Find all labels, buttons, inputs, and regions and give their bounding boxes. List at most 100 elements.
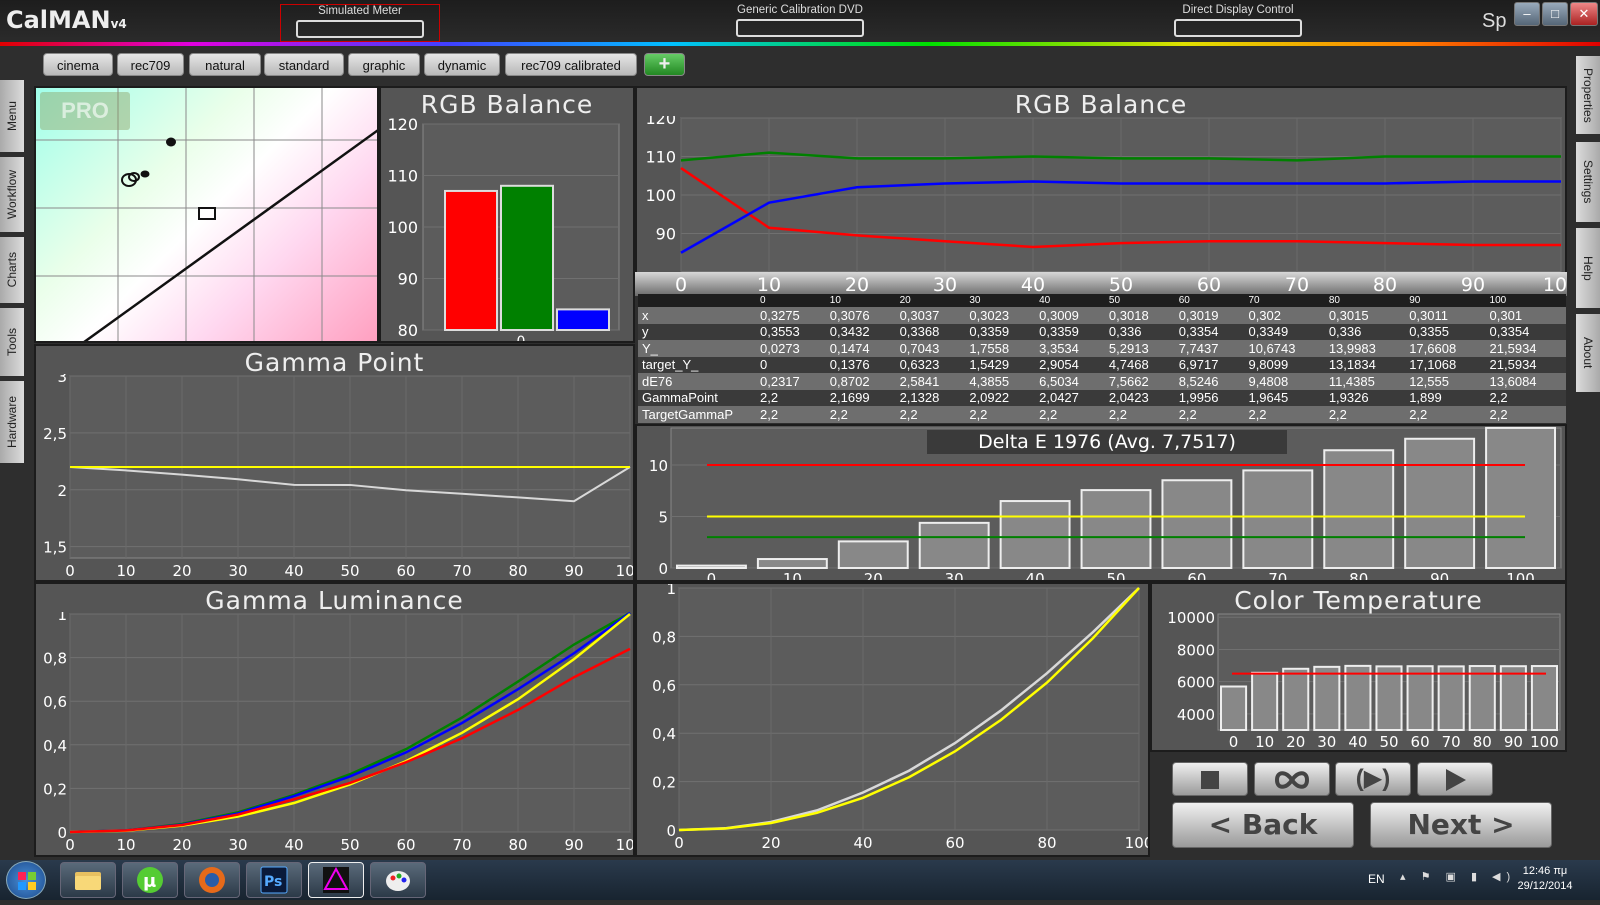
delta-e-title: Delta E 1976 (Avg. 7,7517) <box>927 430 1287 454</box>
file-explorer-icon[interactable] <box>60 862 116 898</box>
x-tick-label: 0 <box>517 334 526 341</box>
rgb-balance-bar-title: RGB Balance <box>420 90 594 119</box>
bar-blue <box>556 308 610 331</box>
source-display-control[interactable]: Direct Display Control <box>1158 4 1318 37</box>
y-tick-label: 90 <box>656 225 676 244</box>
table-cell: 2,2 <box>1485 389 1566 406</box>
rgb-balance-line-panel: RGB Balance 90 100 110 120 <box>635 86 1567 274</box>
tab-hardware[interactable]: Hardware <box>0 381 24 463</box>
color-temperature-title: Color Temperature <box>1234 586 1483 615</box>
y-tick-label: 120 <box>645 116 676 128</box>
stop-button[interactable] <box>1172 762 1248 796</box>
add-preset-button[interactable]: + <box>644 53 685 76</box>
utorrent-icon[interactable]: μ <box>122 862 178 898</box>
table-cell: 90 <box>1405 294 1486 307</box>
row-label: GammaPoint <box>638 389 756 406</box>
x-tick-label: 80 <box>1037 834 1056 852</box>
x-tick-label: 40 <box>284 836 303 854</box>
preset-standard[interactable]: standard <box>264 53 344 76</box>
source-calibration-dvd[interactable]: Generic Calibration DVD <box>720 4 880 37</box>
svg-text:Ps: Ps <box>264 874 282 890</box>
cie-chart[interactable]: PRO <box>34 86 379 343</box>
x-tick-label: 40 <box>1021 274 1045 296</box>
table-cell: 9,4808 <box>1244 373 1325 390</box>
svg-text:μ: μ <box>143 871 156 892</box>
row-label: y <box>638 323 756 340</box>
target-white-point <box>198 207 216 220</box>
calman-logo: CalMANv4 <box>6 6 127 34</box>
tray-icons[interactable]: ▴ ⚑ ▣ ▮ ◀) <box>1400 870 1516 883</box>
x-tick-label: 30 <box>945 570 964 580</box>
y-tick-label: 120 <box>387 116 418 134</box>
preset-graphic[interactable]: graphic <box>348 53 420 76</box>
delta-e-bar <box>676 564 747 569</box>
table-cell: 0,8702 <box>825 373 896 390</box>
preset-rec709-calibrated[interactable]: rec709 calibrated <box>505 53 637 76</box>
preset-natural[interactable]: natural <box>189 53 261 76</box>
table-cell: 5,2913 <box>1104 340 1175 357</box>
x-tick-label: 0 <box>707 570 717 580</box>
preset-cinema[interactable]: cinema <box>43 53 113 76</box>
back-button[interactable]: < Back <box>1172 802 1354 848</box>
color-temp-bar <box>1344 664 1372 731</box>
loop-button[interactable] <box>1254 762 1330 796</box>
y-tick-label: 0 <box>658 560 668 578</box>
color-temp-bar <box>1282 667 1310 731</box>
maximize-button[interactable]: □ <box>1542 2 1568 26</box>
x-tick-label: 50 <box>1379 733 1398 750</box>
table-row: dE76 0,2317 0,8702 2,5841 4,3855 6,5034 7,5662… <box>638 373 1566 390</box>
gamma-point-title: Gamma Point <box>244 348 425 377</box>
paint-icon[interactable] <box>370 862 426 898</box>
tab-workflow[interactable]: Workflow <box>0 157 24 232</box>
x-tick-label: 60 <box>1187 570 1206 580</box>
tab-menu[interactable]: Menu <box>0 80 24 152</box>
rainbow-divider <box>0 42 1600 46</box>
tab-settings[interactable]: Settings <box>1576 142 1600 222</box>
tab-charts[interactable]: Charts <box>0 237 24 303</box>
table-cell: 7,5662 <box>1104 373 1175 390</box>
delta-e-bar <box>999 500 1071 569</box>
preset-dynamic[interactable]: dynamic <box>424 53 500 76</box>
table-cell: 1,9326 <box>1324 389 1406 406</box>
language-indicator[interactable]: EN <box>1368 872 1385 886</box>
x-tick-label: 60 <box>396 562 415 580</box>
next-button[interactable]: Next > <box>1370 802 1552 848</box>
table-cell: 2,2 <box>1485 406 1566 423</box>
y-tick-label: 2,5 <box>43 425 67 443</box>
preset-rec709[interactable]: rec709 <box>117 53 184 76</box>
luminance-curve-chart: 00,20,40,60,81020406080100 <box>652 584 1148 852</box>
gamma-luminance-chart: 00,20,40,60,810102030405060708090100 <box>43 612 633 854</box>
firefox-icon[interactable] <box>184 862 240 898</box>
x-axis-bar: 0 10 20 30 40 50 60 70 80 90 100 <box>635 272 1579 296</box>
close-button[interactable]: ✕ <box>1570 2 1598 26</box>
tab-tools[interactable]: Tools <box>0 308 24 376</box>
minimize-button[interactable]: – <box>1514 2 1540 26</box>
windows-start-button[interactable] <box>6 861 46 899</box>
delta-e-bar <box>918 521 990 569</box>
photoshop-icon[interactable]: Ps <box>246 862 302 898</box>
table-cell: 12,555 <box>1405 373 1486 390</box>
tray-clock[interactable]: 12:46 πμ 29/12/2014 <box>1510 864 1580 894</box>
tab-about[interactable]: About <box>1576 314 1600 392</box>
calman-taskbar-icon[interactable] <box>308 862 364 898</box>
tab-help[interactable]: Help <box>1576 228 1600 308</box>
table-cell: 9,8099 <box>1244 356 1325 373</box>
x-tick-label: 90 <box>1430 570 1449 580</box>
x-tick-label: 60 <box>1411 733 1430 750</box>
y-tick-label: 0,2 <box>652 774 676 792</box>
table-cell: 13,9983 <box>1324 340 1406 357</box>
plot-area <box>678 587 1140 831</box>
tab-properties[interactable]: Properties <box>1576 56 1600 134</box>
play-button[interactable] <box>1417 762 1493 796</box>
table-cell: 2,1328 <box>895 389 966 406</box>
table-cell: 13,1834 <box>1324 356 1406 373</box>
x-tick-label: 70 <box>1442 733 1461 750</box>
x-tick-label: 10 <box>116 562 135 580</box>
source-simulated-meter[interactable]: Simulated Meter <box>280 4 440 42</box>
rgb-balance-bar-chart: 80 90 100 110 120 0 <box>387 116 620 341</box>
table-cell: 1,9645 <box>1244 389 1325 406</box>
table-cell: 17,6608 <box>1405 340 1486 357</box>
table-cell: 0,3019 <box>1174 307 1245 324</box>
y-tick-label: 6000 <box>1177 674 1215 692</box>
play-step-button[interactable]: (▶) <box>1335 762 1411 796</box>
